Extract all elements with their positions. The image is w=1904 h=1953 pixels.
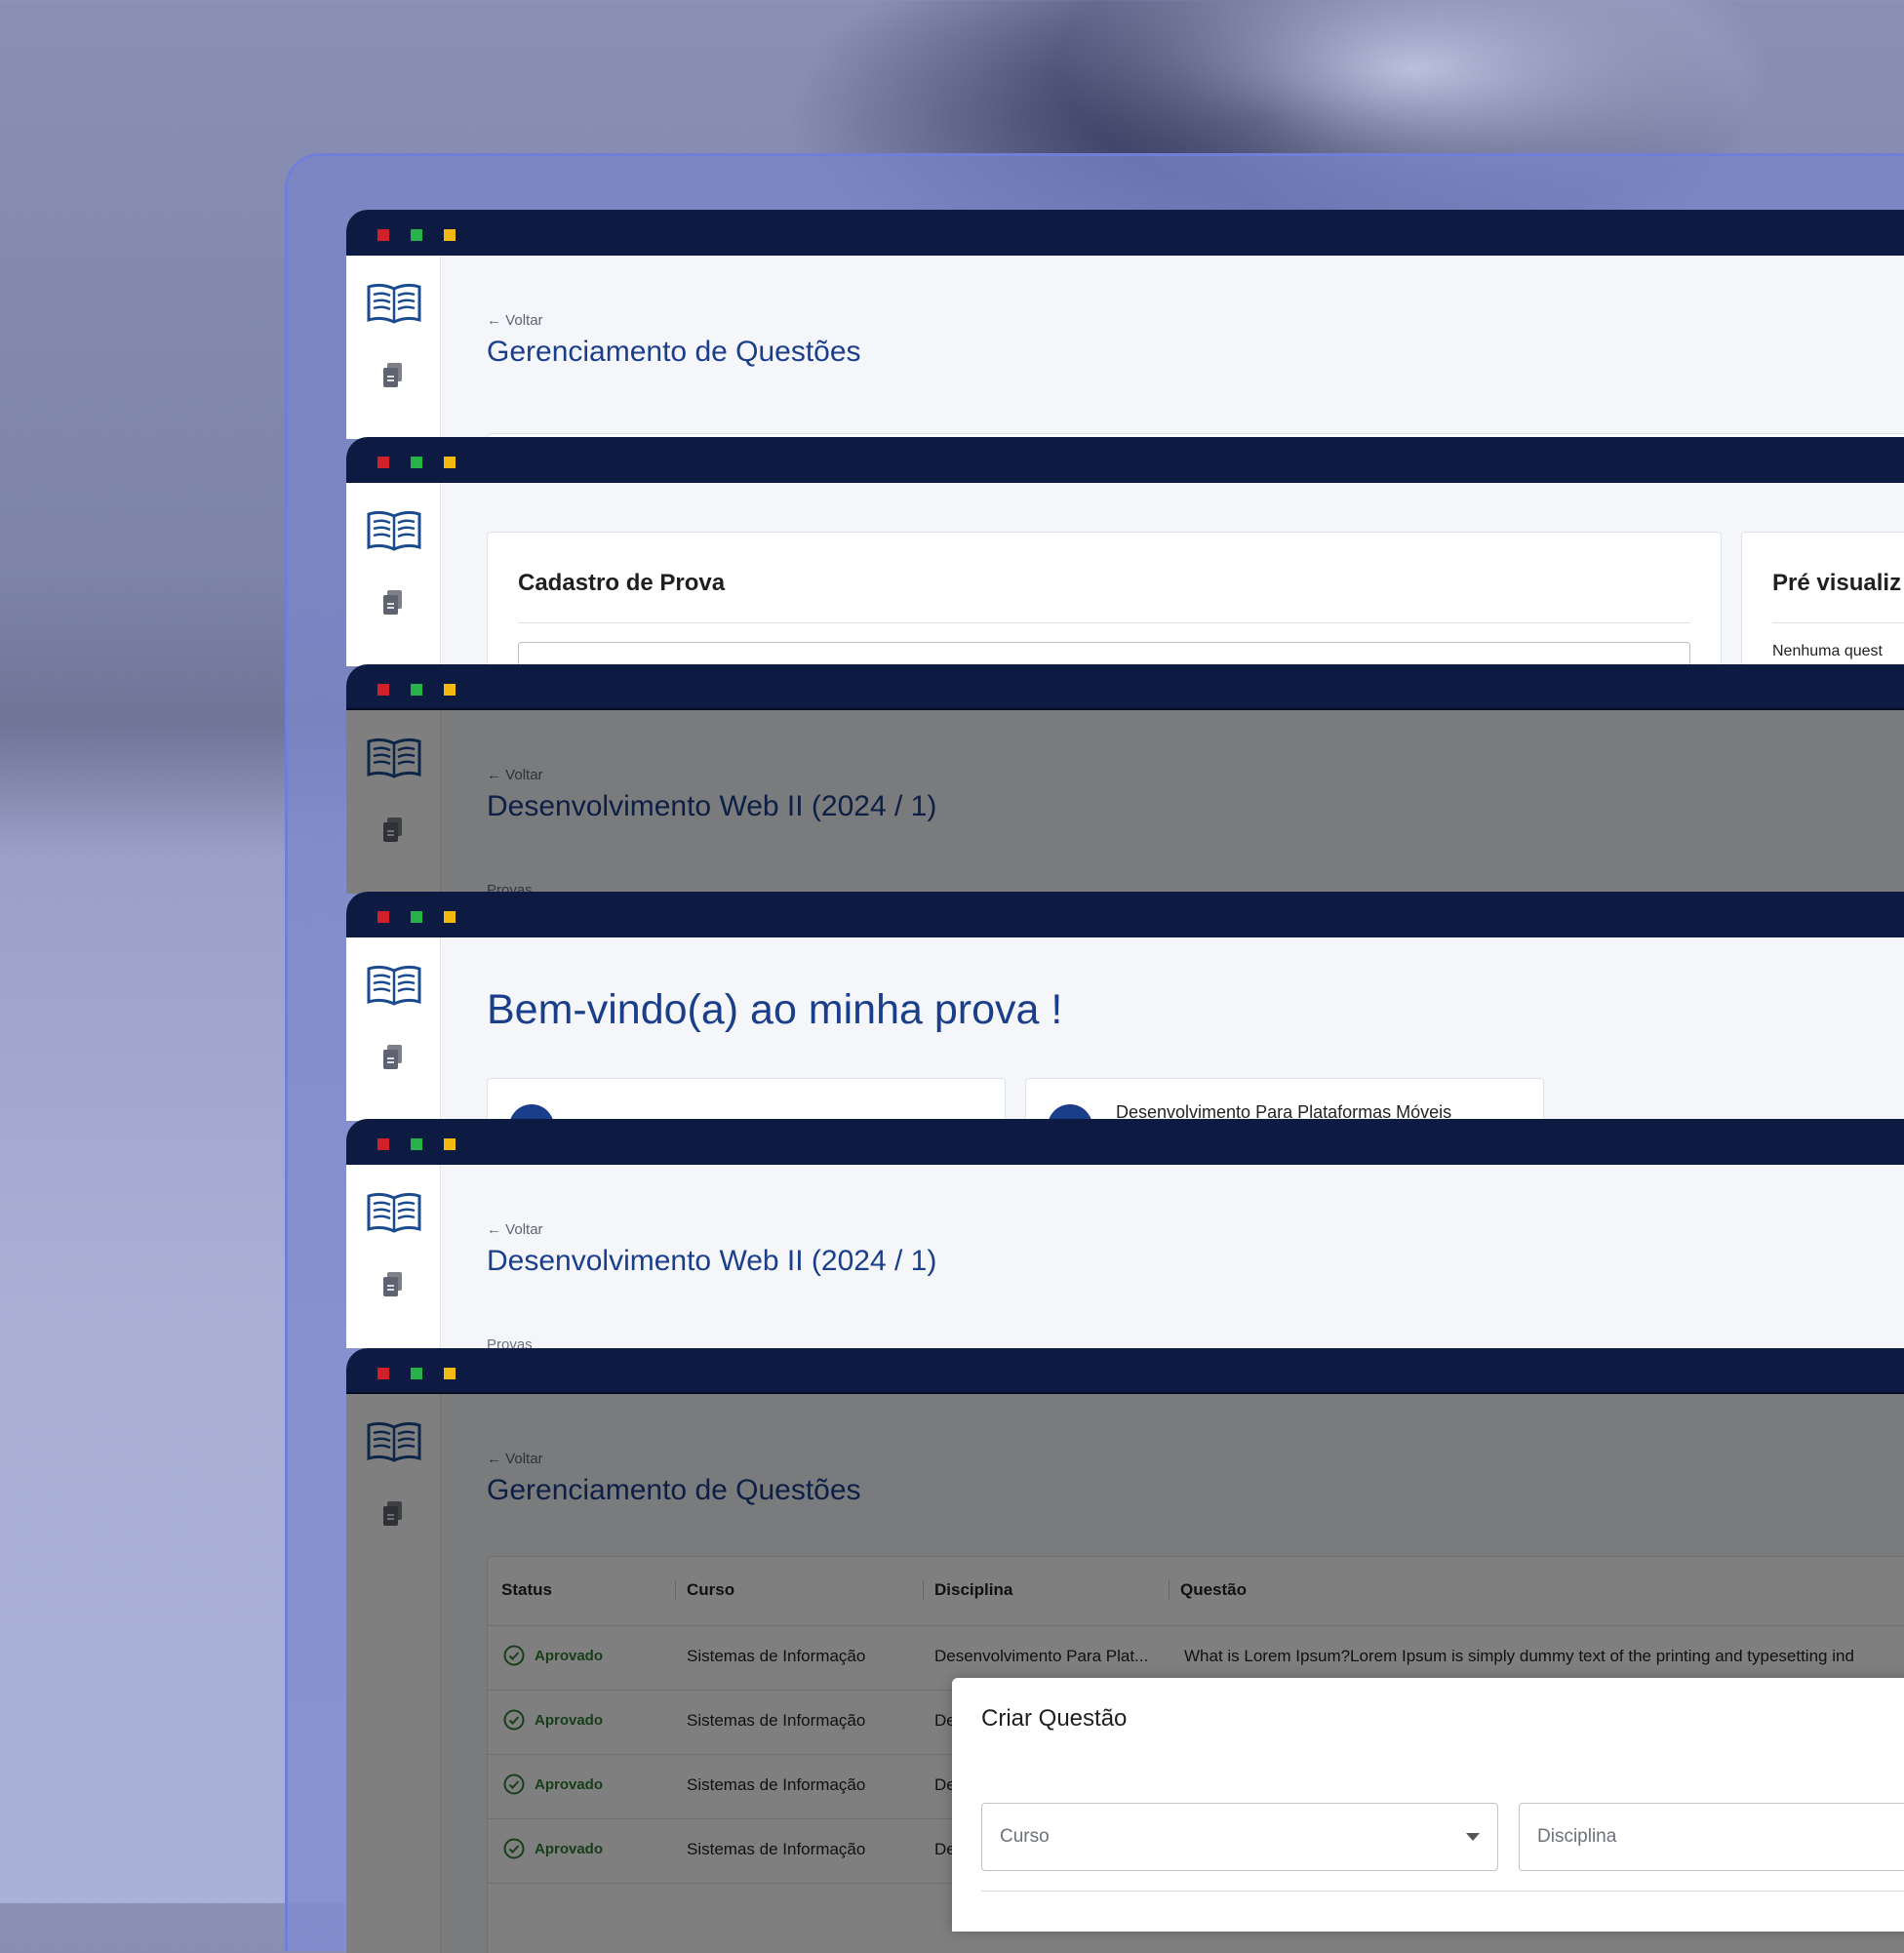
main-content: ← Voltar Desenvolvimento Web II (2024 / … (440, 1165, 1904, 1348)
title-bar (346, 1348, 1904, 1394)
window-welcome: Bem-vindo(a) ao minha prova ! Desenvolvi… (346, 892, 1904, 1121)
maximize-dot[interactable] (411, 457, 422, 468)
back-link[interactable]: ← Voltar (487, 312, 543, 329)
sidebar (346, 483, 441, 666)
title-bar (346, 210, 1904, 256)
disciplina-select[interactable]: Disciplina (1519, 1803, 1904, 1871)
maximize-dot[interactable] (411, 684, 422, 696)
sidebar (346, 1165, 441, 1348)
cadastro-card: Cadastro de Prova (487, 532, 1722, 666)
document-icon[interactable] (382, 1045, 404, 1070)
maximize-dot[interactable] (411, 1138, 422, 1150)
dialog-divider (981, 1891, 1904, 1892)
close-dot[interactable] (377, 911, 389, 923)
create-question-dialog: Criar Questão Curso Disciplina (952, 1678, 1904, 1932)
back-label: Voltar (505, 312, 543, 329)
book-logo-icon[interactable] (366, 1192, 422, 1235)
divider (1772, 622, 1904, 623)
window-course: ← Voltar Desenvolvimento Web II (2024 / … (346, 1119, 1904, 1348)
section-label: Provas (487, 1336, 533, 1348)
window-questions-1: ← Voltar Gerenciamento de Questões (346, 210, 1904, 439)
title-bar (346, 892, 1904, 937)
welcome-heading: Bem-vindo(a) ao minha prova ! (487, 986, 1063, 1033)
curso-select[interactable]: Curso (981, 1803, 1498, 1871)
window-cadastro: Cadastro de Prova Pré visualiz Nenhuma q… (346, 437, 1904, 666)
document-icon[interactable] (382, 363, 404, 388)
window-course-dimmed: ← Voltar Desenvolvimento Web II (2024 / … (346, 664, 1904, 894)
minimize-dot[interactable] (444, 457, 456, 468)
preview-empty-text: Nenhuma quest (1772, 643, 1883, 659)
course-card[interactable]: Desenvolvimento Para Plataformas Móveis (1025, 1078, 1544, 1121)
main-content: Cadastro de Prova Pré visualiz Nenhuma q… (440, 483, 1904, 666)
title-bar (346, 437, 1904, 483)
page-title: Gerenciamento de Questões (487, 336, 861, 368)
minimize-dot[interactable] (444, 684, 456, 696)
minimize-dot[interactable] (444, 1368, 456, 1379)
maximize-dot[interactable] (411, 1368, 422, 1379)
cadastro-title: Cadastro de Prova (518, 570, 726, 596)
course-card[interactable] (487, 1078, 1006, 1121)
close-dot[interactable] (377, 684, 389, 696)
divider (518, 622, 1690, 623)
sidebar (346, 256, 441, 439)
sidebar (346, 937, 441, 1121)
page-title: Desenvolvimento Web II (2024 / 1) (487, 1245, 937, 1277)
main-content: Bem-vindo(a) ao minha prova ! Desenvolvi… (440, 937, 1904, 1121)
modal-backdrop (346, 708, 1904, 894)
minimize-dot[interactable] (444, 1138, 456, 1150)
title-bar (346, 1119, 1904, 1165)
preview-title: Pré visualiz (1772, 570, 1902, 596)
close-dot[interactable] (377, 1138, 389, 1150)
chevron-down-icon (1466, 1833, 1480, 1841)
maximize-dot[interactable] (411, 911, 422, 923)
form-input[interactable] (518, 642, 1690, 666)
disciplina-placeholder: Disciplina (1537, 1826, 1617, 1847)
preview-card: Pré visualiz Nenhuma quest (1741, 532, 1904, 666)
minimize-dot[interactable] (444, 911, 456, 923)
minimize-dot[interactable] (444, 229, 456, 241)
back-label: Voltar (505, 1221, 543, 1238)
document-icon[interactable] (382, 590, 404, 616)
close-dot[interactable] (377, 457, 389, 468)
maximize-dot[interactable] (411, 229, 422, 241)
main-content: ← Voltar Gerenciamento de Questões (440, 256, 1904, 439)
document-icon[interactable] (382, 1272, 404, 1297)
back-link[interactable]: ← Voltar (487, 1221, 543, 1238)
curso-placeholder: Curso (1000, 1826, 1050, 1847)
book-logo-icon[interactable] (366, 283, 422, 326)
close-dot[interactable] (377, 229, 389, 241)
close-dot[interactable] (377, 1368, 389, 1379)
title-bar (346, 664, 1904, 710)
book-logo-icon[interactable] (366, 510, 422, 553)
book-logo-icon[interactable] (366, 965, 422, 1008)
dialog-title: Criar Questão (981, 1705, 1128, 1732)
